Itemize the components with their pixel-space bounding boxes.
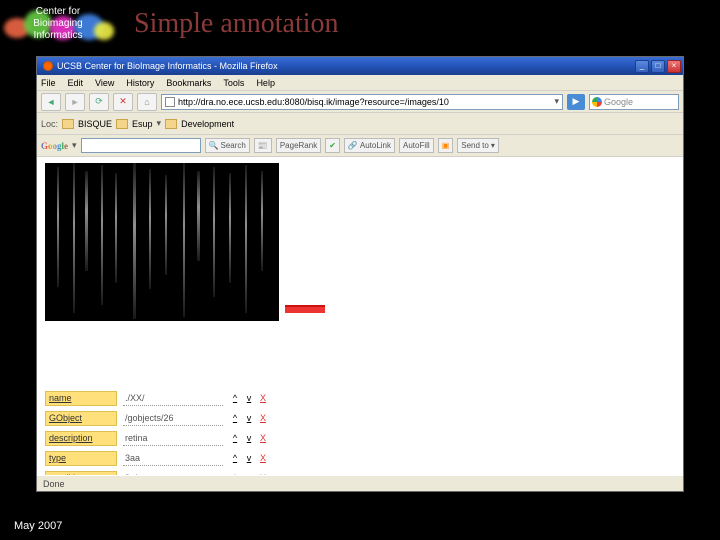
google-search-button[interactable]: 🔍Search [205,138,250,153]
status-text: Done [43,479,65,489]
google-check-button[interactable]: ✔ [325,138,340,153]
firefox-icon [43,61,53,71]
search-input[interactable]: Google [589,94,679,110]
org-line2: Bioimaging [0,18,116,30]
google-icon [592,97,602,107]
stop-button[interactable]: ✕ [113,93,133,111]
bookmarks-bar: Loc: BISQUE Esup ▾ Development [37,113,683,135]
move-down-button[interactable]: v [243,452,255,464]
annotation-marker [285,305,325,313]
page-favicon-icon [165,97,175,107]
delete-row-button[interactable]: X [257,452,269,464]
page-title: Simple annotation [134,8,339,40]
delete-row-button[interactable]: X [257,432,269,444]
field-value-condition[interactable]: 3 dev [123,471,223,476]
browser-window: UCSB Center for BioImage Informatics - M… [36,56,684,492]
field-label-gobject[interactable]: GObject [45,411,117,426]
field-value-description[interactable]: retina [123,431,223,446]
menu-view[interactable]: View [95,78,114,88]
field-label-type[interactable]: type [45,451,117,466]
org-line1: Center for [0,6,116,18]
move-up-button[interactable]: ^ [229,392,241,404]
move-down-button[interactable]: v [243,472,255,475]
menu-bookmarks[interactable]: Bookmarks [166,78,211,88]
delete-row-button[interactable]: X [257,392,269,404]
page-content: name ./XX/ ^ v X GObject /gobjects/26 ^ … [37,157,683,475]
menu-help[interactable]: Help [256,78,275,88]
menu-bar: File Edit View History Bookmarks Tools H… [37,75,683,91]
search-icon: 🔍 [209,141,219,150]
folder-icon [165,119,177,129]
news-icon: 📰 [258,141,268,150]
menu-file[interactable]: File [41,78,56,88]
google-autofill-button[interactable]: AutoFill [399,138,434,153]
footer-date: May 2007 [14,520,62,532]
bookmark-esup[interactable]: Esup [132,119,153,129]
go-button[interactable]: ▶ [567,94,585,110]
field-label-name[interactable]: name [45,391,117,406]
specimen-image[interactable] [45,163,279,321]
google-pagerank-button[interactable]: PageRank [276,138,321,153]
google-search-input[interactable] [81,138,201,153]
window-titlebar[interactable]: UCSB Center for BioImage Informatics - M… [37,57,683,75]
folder-icon [62,119,74,129]
table-row: type 3aa ^ v X [45,449,315,467]
folder-icon [116,119,128,129]
reload-button[interactable]: ⟳ [89,93,109,111]
bookmark-bisque[interactable]: BISQUE [78,119,112,129]
google-news-button[interactable]: 📰 [254,138,272,153]
field-label-description[interactable]: description [45,431,117,446]
move-down-button[interactable]: v [243,432,255,444]
nav-toolbar: ◄ ► ⟳ ✕ ⌂ http://dra.no.ece.ucsb.edu:808… [37,91,683,113]
org-line3: Informatics [0,30,116,42]
move-down-button[interactable]: v [243,392,255,404]
move-up-button[interactable]: ^ [229,432,241,444]
move-up-button[interactable]: ^ [229,472,241,475]
check-icon: ✔ [329,141,336,150]
forward-button[interactable]: ► [65,93,85,111]
google-autolink-button[interactable]: 🔗AutoLink [344,138,395,153]
url-input[interactable]: http://dra.no.ece.ucsb.edu:8080/bisq.ik/… [161,94,563,110]
minimize-button[interactable]: _ [635,60,649,73]
google-sendto-button[interactable]: Send to▾ [457,138,499,153]
table-row: description retina ^ v X [45,429,315,447]
field-value-type[interactable]: 3aa [123,451,223,466]
chevron-down-icon[interactable]: ▾ [157,118,162,129]
dropdown-icon[interactable]: ▾ [554,96,559,107]
field-value-gobject[interactable]: /gobjects/26 [123,411,223,426]
google-toolbar-label: Google [41,141,68,151]
table-row: condition 3 dev ^ v X [45,469,315,475]
bookmark-development[interactable]: Development [181,119,234,129]
annotation-table: name ./XX/ ^ v X GObject /gobjects/26 ^ … [45,389,315,475]
field-label-condition[interactable]: condition [45,471,117,476]
search-placeholder: Google [604,97,633,107]
google-subscribe-button[interactable]: ▣ [438,138,454,153]
table-row: GObject /gobjects/26 ^ v X [45,409,315,427]
chevron-down-icon: ▾ [491,141,495,150]
move-up-button[interactable]: ^ [229,412,241,424]
back-button[interactable]: ◄ [41,93,61,111]
link-icon: 🔗 [348,141,358,150]
rss-icon: ▣ [442,141,450,150]
menu-history[interactable]: History [126,78,154,88]
url-text: http://dra.no.ece.ucsb.edu:8080/bisq.ik/… [178,97,551,107]
window-title: UCSB Center for BioImage Informatics - M… [57,61,635,71]
status-bar: Done [37,475,683,491]
home-button[interactable]: ⌂ [137,93,157,111]
maximize-button[interactable]: □ [651,60,665,73]
move-up-button[interactable]: ^ [229,452,241,464]
loc-label: Loc: [41,119,58,129]
logo: Center for Bioimaging Informatics [0,0,116,48]
google-toolbar: Google ▾ 🔍Search 📰 PageRank ✔ 🔗AutoLink … [37,135,683,157]
move-down-button[interactable]: v [243,412,255,424]
chevron-down-icon[interactable]: ▾ [72,140,77,151]
field-value-name[interactable]: ./XX/ [123,391,223,406]
menu-tools[interactable]: Tools [223,78,244,88]
table-row: name ./XX/ ^ v X [45,389,315,407]
delete-row-button[interactable]: X [257,412,269,424]
menu-edit[interactable]: Edit [68,78,84,88]
close-button[interactable]: × [667,60,681,73]
delete-row-button[interactable]: X [257,472,269,475]
